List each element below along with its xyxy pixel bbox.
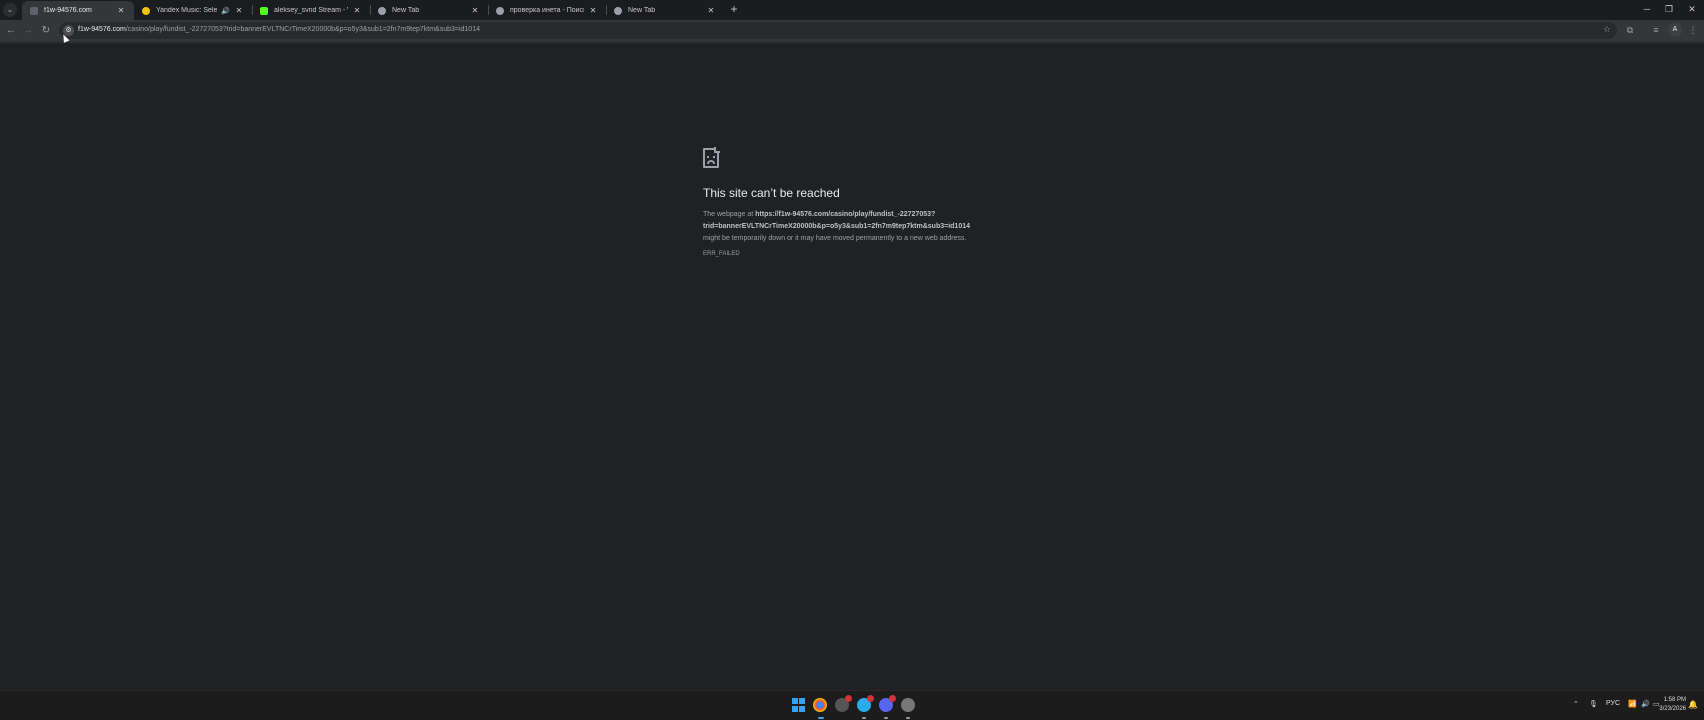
yandex-music-icon	[142, 6, 150, 15]
error-url-line2: trid=bannerEVLTNCrTimeX20000b&p=o5y3&sub…	[703, 223, 971, 230]
menu-kebab-icon[interactable]: ⋮	[1686, 23, 1700, 37]
url-text[interactable]: f1w-94576.com/casino/play/fundist_-22727…	[78, 26, 480, 33]
tab-title: f1w-94576.com	[44, 7, 92, 14]
close-tab-icon[interactable]: ✕	[706, 6, 716, 15]
minimize-button[interactable]: ─	[1638, 2, 1656, 16]
chrome-icon	[378, 6, 386, 15]
telegram-taskbar-icon[interactable]	[857, 695, 874, 712]
bookmark-star-icon[interactable]: ☆	[1603, 24, 1611, 35]
chrome-icon	[614, 6, 622, 15]
notifications-bell-icon[interactable]: 🔔	[1688, 700, 1698, 709]
running-app-indicator	[862, 717, 866, 719]
tab-kick-stream[interactable]: aleksey_svnd Stream - Watch L ✕	[252, 1, 370, 20]
notification-badge	[889, 695, 896, 702]
discord-taskbar-icon[interactable]	[879, 695, 896, 712]
running-app-indicator	[906, 717, 910, 719]
language-indicator[interactable]: РУС	[1606, 700, 1620, 707]
notification-badge	[867, 695, 874, 702]
forward-button[interactable]: →	[20, 23, 36, 39]
tab-title: Yandex Music: Selecting m	[156, 7, 218, 14]
close-tab-icon[interactable]: ✕	[116, 6, 126, 15]
maximize-button[interactable]: ❐	[1660, 2, 1678, 16]
tab-new-tab-1[interactable]: New Tab ✕	[370, 1, 488, 20]
app-taskbar-icon[interactable]	[901, 698, 915, 712]
wifi-icon[interactable]: 📶	[1628, 700, 1637, 708]
new-tab-button[interactable]: +	[727, 2, 741, 16]
microphone-icon[interactable]: 🎙	[1589, 700, 1598, 708]
notification-badge	[845, 695, 852, 702]
audio-playing-icon[interactable]: 🔊	[221, 7, 230, 15]
tab-yandex-music[interactable]: Yandex Music: Selecting m 🔊 ✕	[134, 1, 252, 20]
reload-button[interactable]: ↻	[38, 23, 54, 39]
system-clock[interactable]: 1:58 PM 3/23/2026	[1659, 696, 1686, 714]
error-intro: The webpage at	[703, 211, 756, 218]
url-host: f1w-94576.com	[78, 26, 126, 33]
error-title: This site can’t be reached	[703, 186, 840, 200]
toolbar-divider	[0, 41, 1704, 43]
tab-title: New Tab	[392, 7, 420, 14]
close-tab-icon[interactable]: ✕	[470, 6, 480, 15]
tab-title: aleksey_svnd Stream - Watch L	[274, 7, 348, 14]
clock-date: 3/23/2026	[1659, 706, 1686, 712]
error-description: The webpage at https://f1w-94576.com/cas…	[703, 209, 1063, 245]
reading-list-icon[interactable]: ≡	[1649, 23, 1663, 37]
chevron-up-icon[interactable]: ⌃	[1573, 700, 1579, 708]
tab-strip: ⌄ f1w-94576.com ✕ Yandex Music: Selectin…	[0, 0, 1704, 20]
sad-page-icon	[703, 147, 720, 168]
globe-icon	[30, 6, 38, 15]
tab-new-tab-2[interactable]: New Tab ✕	[606, 1, 724, 20]
back-button[interactable]: ←	[3, 23, 19, 39]
tab-title: проверка инета - Поиск в Goo	[510, 7, 584, 14]
active-app-indicator	[818, 717, 824, 719]
window-close-button[interactable]: ✕	[1683, 2, 1701, 16]
kick-icon	[260, 6, 268, 15]
address-bar[interactable]: ⚙ f1w-94576.com/casino/play/fundist_-227…	[59, 22, 1617, 39]
tab-title: New Tab	[628, 7, 656, 14]
close-tab-icon[interactable]: ✕	[588, 6, 598, 15]
extensions-icon[interactable]: ⧉	[1623, 23, 1637, 37]
tab-f1w[interactable]: f1w-94576.com ✕	[22, 1, 134, 20]
tab-google-search[interactable]: проверка инета - Поиск в Goo ✕	[488, 1, 606, 20]
profile-avatar[interactable]: A	[1668, 23, 1682, 37]
volume-icon[interactable]: 🔊	[1641, 700, 1650, 708]
google-icon	[496, 6, 504, 15]
taskbar: ⌃ 🎙 РУС 📶 🔊 ▭ 1:58 PM 3/23/2026 🔔	[0, 690, 1704, 720]
close-tab-icon[interactable]: ✕	[352, 6, 362, 15]
chrome-taskbar-icon[interactable]	[813, 698, 827, 712]
close-tab-icon[interactable]: ✕	[234, 6, 244, 15]
running-app-indicator	[884, 717, 888, 719]
tab-search-button[interactable]: ⌄	[3, 3, 17, 17]
error-tail: might be temporarily down or it may have…	[703, 235, 967, 242]
clock-time: 1:58 PM	[1663, 697, 1686, 703]
windows-start-icon[interactable]	[792, 698, 806, 712]
error-url-line1: https://f1w-94576.com/casino/play/fundis…	[755, 211, 936, 218]
steam-taskbar-icon[interactable]	[835, 695, 852, 712]
error-page: This site can’t be reached The webpage a…	[703, 147, 1063, 257]
error-code: ERR_FAILED	[703, 251, 740, 257]
url-path: /casino/play/fundist_-22727053?trid=bann…	[125, 26, 480, 33]
